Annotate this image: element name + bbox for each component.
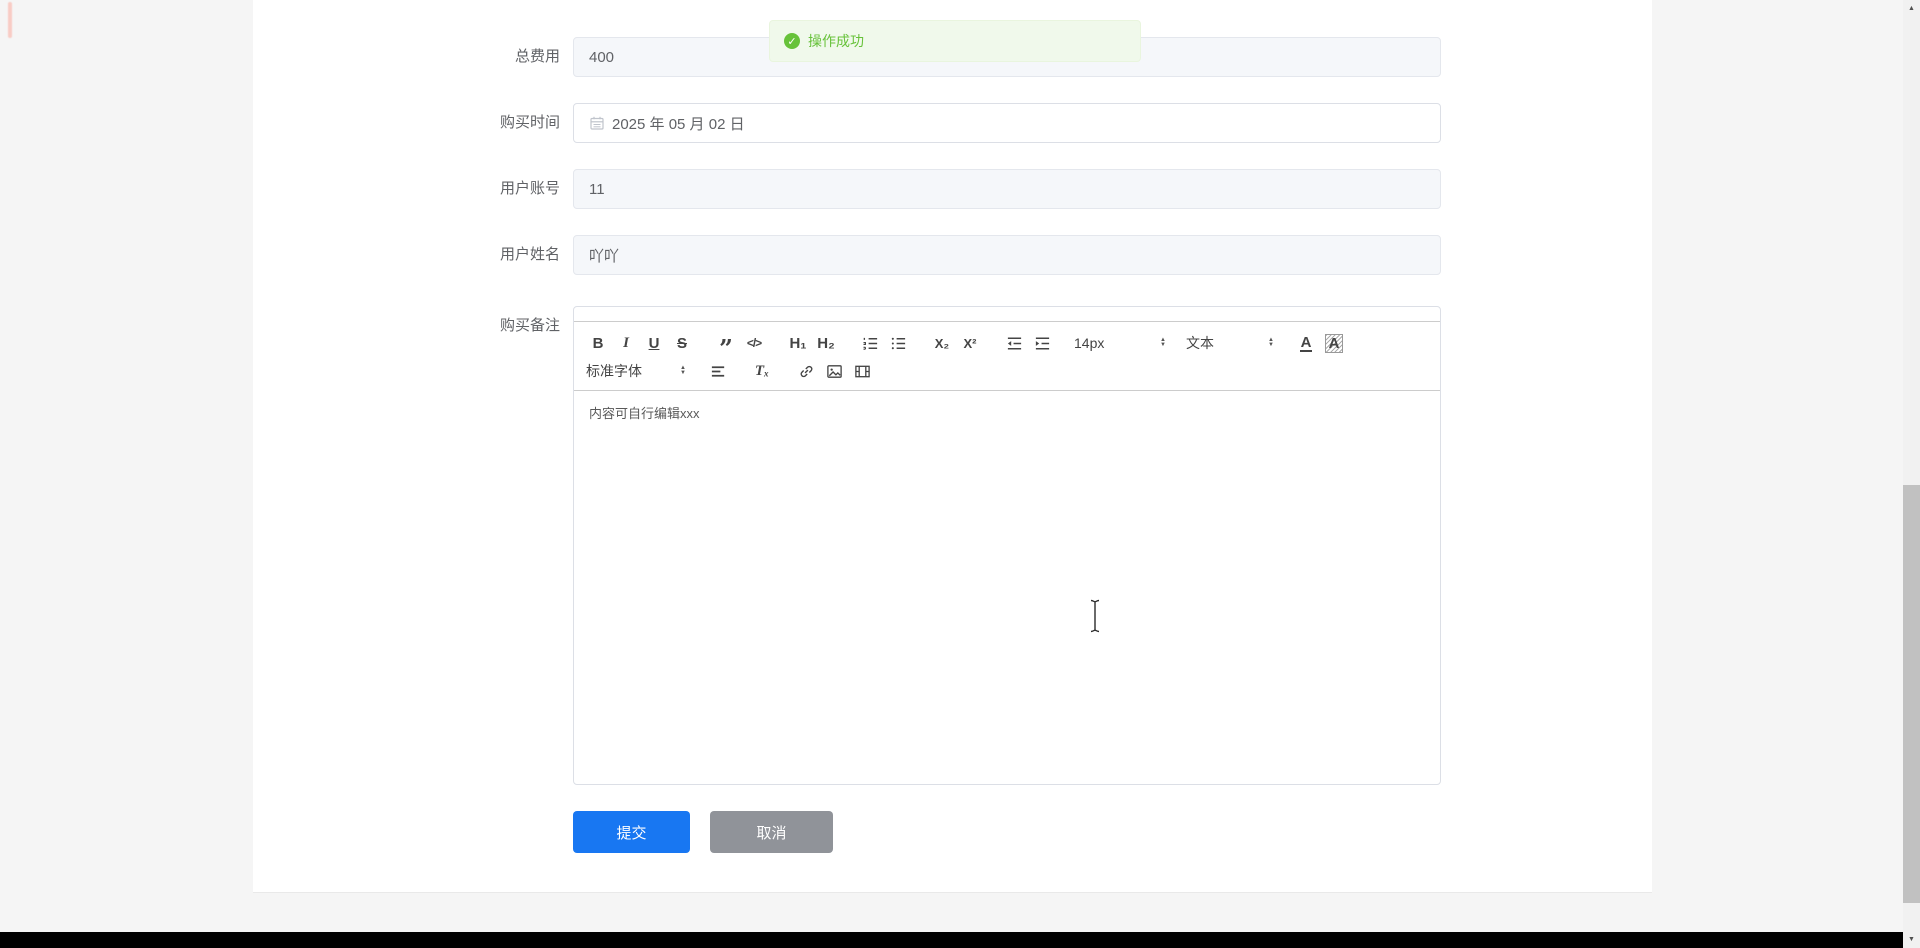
background-color-button[interactable]: A <box>1320 331 1348 355</box>
blockquote-button[interactable]: ” <box>712 331 740 361</box>
purchase-time-label: 购买时间 <box>499 114 560 131</box>
purchase-time-value: 2025 年 05 月 02 日 <box>612 115 745 133</box>
group-clean: Tₓ <box>748 359 776 383</box>
italic-button[interactable]: I <box>612 331 640 355</box>
font-size-value: 14px <box>1074 335 1105 351</box>
font-size-picker[interactable]: 14px ▲ ▼ <box>1072 335 1168 351</box>
font-family-picker[interactable]: 标准字体 ▲ ▼ <box>584 361 688 381</box>
group-indent <box>1000 331 1056 355</box>
calendar-icon <box>589 115 605 131</box>
text-color-button[interactable]: A <box>1292 331 1320 355</box>
group-script: X₂ X² <box>928 331 984 355</box>
outdent-icon[interactable] <box>1000 331 1028 355</box>
video-icon[interactable] <box>848 359 876 383</box>
group-text-style: B I U S <box>584 331 696 355</box>
group-lists <box>856 331 912 355</box>
user-account-input[interactable]: 11 <box>573 169 1441 209</box>
editor-content-area[interactable]: 内容可自行编辑xxx <box>574 391 1440 784</box>
user-name-label: 用户姓名 <box>499 246 560 263</box>
group-headers: H₁ H₂ <box>784 331 840 355</box>
scroll-up-icon[interactable]: ▲ <box>1903 0 1920 17</box>
underline-button[interactable]: U <box>640 331 668 355</box>
bold-button[interactable]: B <box>584 331 612 355</box>
cancel-button[interactable]: 取消 <box>710 811 833 853</box>
success-toast: ✓ 操作成功 <box>769 20 1141 62</box>
user-name-input[interactable]: 吖吖 <box>573 235 1441 275</box>
superscript-button[interactable]: X² <box>956 331 984 355</box>
header1-button[interactable]: H₁ <box>784 331 812 355</box>
link-icon[interactable] <box>792 359 820 383</box>
success-check-icon: ✓ <box>784 33 800 49</box>
page: 总费用 400 购买时间 2025 年 05 月 02 日 用户账号 11 用户… <box>0 0 1920 948</box>
total-fee-label: 总费用 <box>514 48 560 65</box>
group-block: ” </> <box>712 331 768 361</box>
code-block-button[interactable]: </> <box>740 331 768 355</box>
picker-arrows-icon: ▲ ▼ <box>1268 337 1274 348</box>
left-edge-artifact <box>8 2 12 38</box>
clear-format-button[interactable]: Tₓ <box>748 359 776 383</box>
indent-icon[interactable] <box>1028 331 1056 355</box>
form-row-purchase-time: 购买时间 2025 年 05 月 02 日 <box>253 103 1652 143</box>
form-actions: 提交 取消 <box>573 811 1652 853</box>
picker-arrows-icon: ▲ ▼ <box>680 365 686 376</box>
toast-message: 操作成功 <box>808 33 864 49</box>
form-card: 总费用 400 购买时间 2025 年 05 月 02 日 用户账号 11 用户… <box>253 0 1652 893</box>
total-fee-value: 400 <box>589 48 615 66</box>
purchase-form: 总费用 400 购买时间 2025 年 05 月 02 日 用户账号 11 用户… <box>253 0 1652 853</box>
header2-button[interactable]: H₂ <box>812 331 840 355</box>
strike-button[interactable]: S <box>668 331 696 355</box>
toolbar-row-1: B I U S ” </> H₁ H₂ X₂ X² 14px ▲ ▼ 文本 ▲ … <box>584 329 1432 361</box>
group-media <box>792 359 876 383</box>
group-color: A A <box>1292 331 1348 355</box>
taskbar[interactable] <box>0 932 1903 948</box>
toolbar-row-2: 标准字体 ▲ ▼ Tₓ <box>584 357 1432 385</box>
submit-button[interactable]: 提交 <box>573 811 690 853</box>
form-row-remark: 购买备注 B I U S ” </> H₁ H₂ X₂ X² 14px ▲ ▼ … <box>253 306 1652 785</box>
group-align <box>704 359 732 383</box>
user-name-value: 吖吖 <box>589 247 620 265</box>
editor-text: 内容可自行编辑xxx <box>589 406 700 421</box>
scrollbar-thumb[interactable] <box>1903 485 1920 903</box>
format-value: 文本 <box>1186 335 1214 351</box>
vertical-scrollbar[interactable]: ▲ ▼ <box>1903 0 1920 948</box>
bullet-list-icon[interactable] <box>884 331 912 355</box>
user-account-value: 11 <box>589 180 605 198</box>
font-family-value: 标准字体 <box>586 363 642 379</box>
picker-arrows-icon: ▲ ▼ <box>1160 337 1166 348</box>
subscript-button[interactable]: X₂ <box>928 331 956 355</box>
align-icon[interactable] <box>704 359 732 383</box>
remark-label: 购买备注 <box>499 317 560 334</box>
editor-toolbar: B I U S ” </> H₁ H₂ X₂ X² 14px ▲ ▼ 文本 ▲ … <box>574 321 1440 391</box>
form-row-user-name: 用户姓名 吖吖 <box>253 235 1652 275</box>
format-picker[interactable]: 文本 ▲ ▼ <box>1184 333 1276 353</box>
purchase-time-datepicker[interactable]: 2025 年 05 月 02 日 <box>573 103 1441 143</box>
ordered-list-icon[interactable] <box>856 331 884 355</box>
form-row-user-account: 用户账号 11 <box>253 169 1652 209</box>
scroll-down-icon[interactable]: ▼ <box>1903 931 1920 948</box>
image-icon[interactable] <box>820 359 848 383</box>
rich-text-editor: B I U S ” </> H₁ H₂ X₂ X² 14px ▲ ▼ 文本 ▲ … <box>573 306 1441 785</box>
user-account-label: 用户账号 <box>499 180 560 197</box>
